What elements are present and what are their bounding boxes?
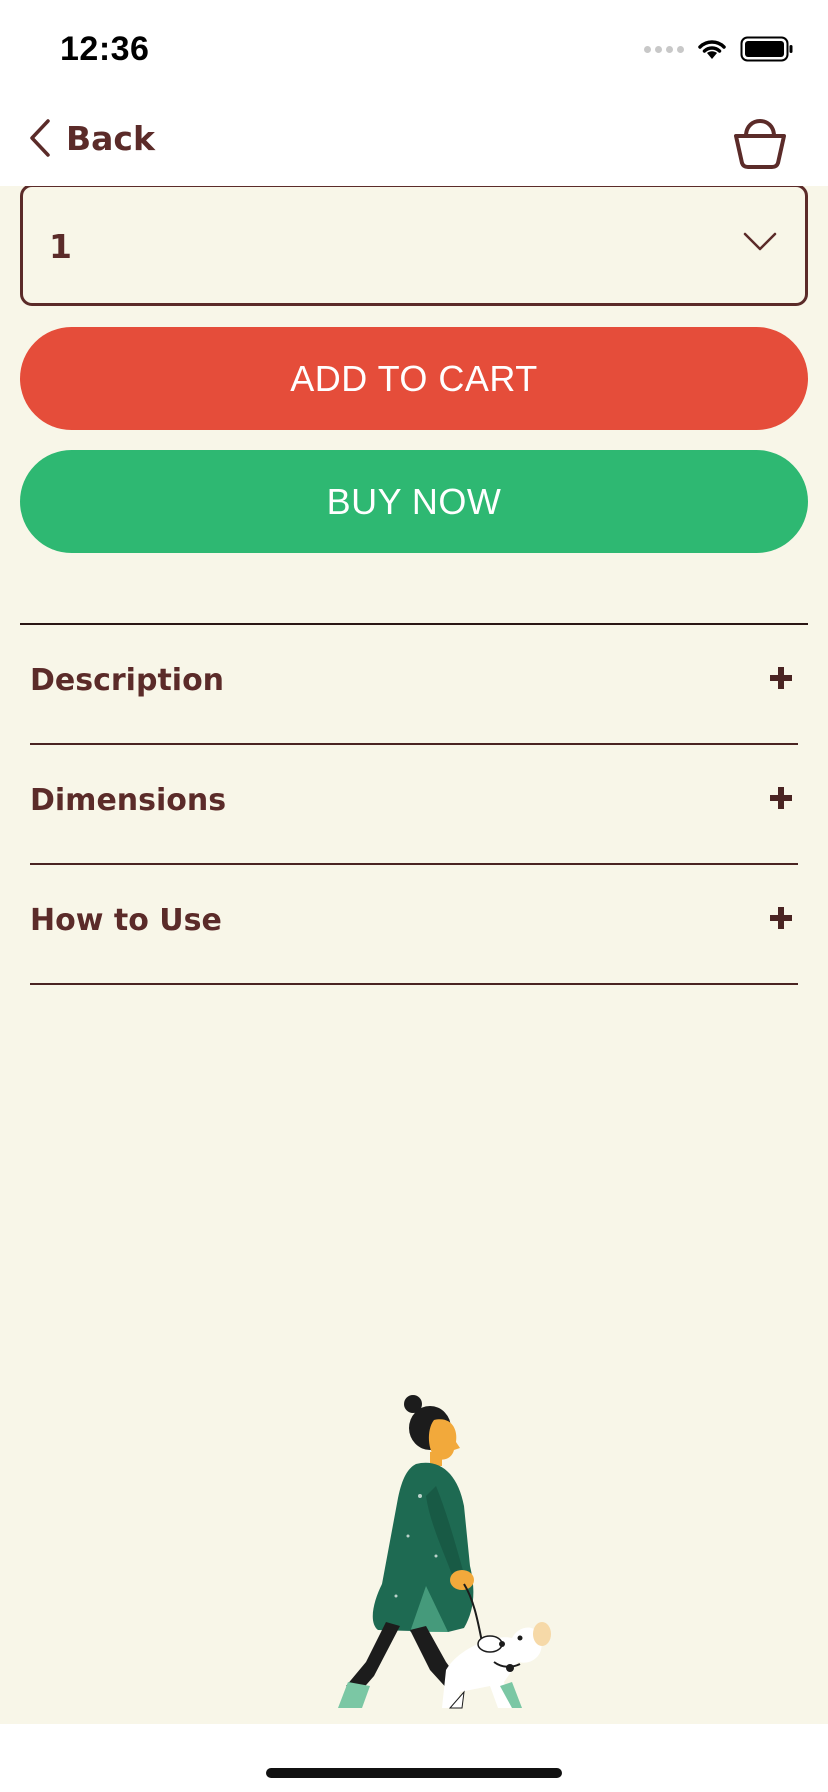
plus-icon bbox=[770, 787, 792, 809]
navigation-bar: Back bbox=[0, 96, 828, 186]
accordion-how-to-use[interactable]: How to Use bbox=[30, 865, 798, 985]
shopping-basket-icon bbox=[734, 119, 786, 169]
quantity-value: 1 bbox=[49, 227, 72, 266]
accordion-label: How to Use bbox=[30, 903, 222, 938]
status-time: 12:36 bbox=[60, 30, 150, 68]
plus-icon bbox=[770, 907, 792, 929]
product-content: 1 ADD TO CART BUY NOW Description Dimens… bbox=[0, 186, 828, 1724]
home-indicator-area bbox=[0, 1724, 828, 1792]
status-bar: 12:36 bbox=[0, 0, 828, 96]
home-indicator[interactable] bbox=[266, 1768, 562, 1778]
add-to-cart-button[interactable]: ADD TO CART bbox=[20, 327, 808, 430]
chevron-left-icon bbox=[30, 119, 50, 157]
wifi-icon bbox=[698, 40, 726, 59]
plus-icon bbox=[770, 667, 792, 689]
accordion-label: Description bbox=[30, 663, 225, 698]
accordion-description[interactable]: Description bbox=[30, 625, 798, 745]
quantity-select[interactable]: 1 bbox=[20, 186, 808, 306]
accordion-divider bbox=[30, 983, 798, 985]
accordion-dimensions[interactable]: Dimensions bbox=[30, 745, 798, 865]
chevron-down-icon bbox=[743, 232, 777, 251]
woman-walking-dog-illustration bbox=[338, 1395, 551, 1709]
product-detail-screen: 12:36 Back 1 ADD TO CART BUY NOW Descrip… bbox=[0, 0, 828, 1792]
back-label: Back bbox=[66, 118, 155, 158]
cart-button[interactable] bbox=[730, 108, 790, 170]
status-indicators bbox=[644, 36, 794, 62]
cellular-signal-icon bbox=[644, 45, 684, 53]
buy-now-button[interactable]: BUY NOW bbox=[20, 450, 808, 553]
battery-icon bbox=[740, 36, 793, 62]
back-button[interactable]: Back bbox=[28, 118, 155, 158]
accordion-label: Dimensions bbox=[30, 783, 227, 818]
